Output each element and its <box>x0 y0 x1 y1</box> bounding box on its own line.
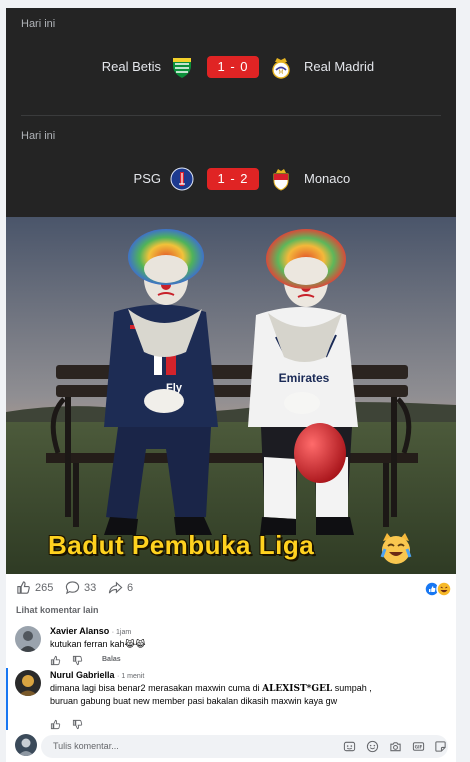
like-button[interactable]: 265 <box>16 578 56 598</box>
post-card: Hari ini Real Betis 1 - 0 M Real Madrid <box>6 8 456 762</box>
comment-text: dimana lagi bisa benar2 merasakan maxwin… <box>50 682 400 707</box>
thumbs-up-icon[interactable] <box>50 655 61 666</box>
like-count: 265 <box>35 582 54 594</box>
thumbs-down-icon[interactable] <box>72 655 83 666</box>
share-count: 6 <box>127 582 134 594</box>
avatar-photo-icon <box>15 670 41 696</box>
real-madrid-crest-icon: M <box>272 58 290 79</box>
match-score: 1 - 2 <box>207 168 259 190</box>
avatar-photo-icon <box>15 734 37 756</box>
comment-time[interactable]: · 1jam <box>112 629 131 636</box>
psg-crest-icon <box>170 167 194 191</box>
haha-reaction-icon <box>436 581 452 597</box>
avatar-photo-icon <box>15 626 41 652</box>
real-betis-crest-icon <box>173 58 191 78</box>
comment-bubble-icon <box>65 581 80 595</box>
home-team: PSG <box>133 171 161 186</box>
monaco-crest-icon <box>273 169 289 191</box>
comment-text: kutukan ferran kah😹😹 <box>50 639 146 649</box>
right-jersey-text: Emirates <box>279 371 330 385</box>
comment-input-placeholder: Tulis komentar... <box>53 741 119 751</box>
share-arrow-icon <box>108 581 123 594</box>
match-day: Hari ini <box>21 18 56 30</box>
reply-button[interactable]: Balas <box>102 656 121 663</box>
comment-actions: Balas <box>50 655 130 667</box>
avatar[interactable] <box>15 734 37 756</box>
comment-count: 33 <box>84 582 97 594</box>
clowns-on-bench-image: Fly Emirates <box>6 217 456 574</box>
comment-author[interactable]: Xavier Alanso · 1jam <box>50 626 131 636</box>
cat-tears-of-joy-emoji-icon <box>380 533 412 564</box>
comment-brand-text: ALEXIST*GEL <box>262 684 333 694</box>
post-photo[interactable]: Fly Emirates Badut Pembuka Liga <box>6 217 456 574</box>
comment-author[interactable]: Nurul Gabriella · 1 menit <box>50 670 144 680</box>
comment-composer: Tulis komentar... GIF <box>6 729 456 762</box>
sticker-icon[interactable] <box>434 740 447 753</box>
gif-icon[interactable]: GIF <box>412 740 425 753</box>
comment-input[interactable]: Tulis komentar... GIF <box>41 735 448 758</box>
comment-button[interactable]: 33 <box>65 578 105 598</box>
scoreboard: Hari ini Real Betis 1 - 0 M Real Madrid <box>6 8 456 217</box>
svg-text:GIF: GIF <box>415 745 423 750</box>
reactions-bar: 265 33 6 <box>6 574 456 602</box>
avatar[interactable] <box>15 626 41 652</box>
match-score: 1 - 0 <box>207 56 259 78</box>
match-day: Hari ini <box>21 130 56 142</box>
divider <box>21 115 441 116</box>
new-comment-indicator <box>6 668 8 730</box>
svg-text:M: M <box>278 69 283 76</box>
avatar-sticker-icon[interactable] <box>343 740 356 753</box>
match-row-1[interactable]: Hari ini Real Betis 1 - 0 M Real Madrid <box>6 8 456 108</box>
share-button[interactable]: 6 <box>108 578 148 598</box>
camera-icon[interactable] <box>389 740 402 753</box>
comment-text-part: dimana lagi bisa benar2 merasakan maxwin… <box>50 683 263 693</box>
emoji-icon[interactable] <box>366 740 379 753</box>
comment-author-name[interactable]: Nurul Gabriella <box>50 670 115 680</box>
image-caption: Badut Pembuka Liga <box>48 530 315 560</box>
see-more-comments-link[interactable]: Lihat komentar lain <box>16 605 99 615</box>
away-team: Real Madrid <box>304 59 375 74</box>
home-team: Real Betis <box>101 59 161 74</box>
away-team: Monaco <box>304 171 351 186</box>
comment-author-name[interactable]: Xavier Alanso <box>50 626 109 636</box>
reaction-badges[interactable] <box>424 581 454 597</box>
thumbs-up-icon <box>17 581 30 594</box>
avatar[interactable] <box>15 670 41 696</box>
match-row-2[interactable]: Hari ini PSG 1 - 2 Monaco <box>6 120 456 220</box>
comment-time[interactable]: · 1 menit <box>117 673 144 680</box>
